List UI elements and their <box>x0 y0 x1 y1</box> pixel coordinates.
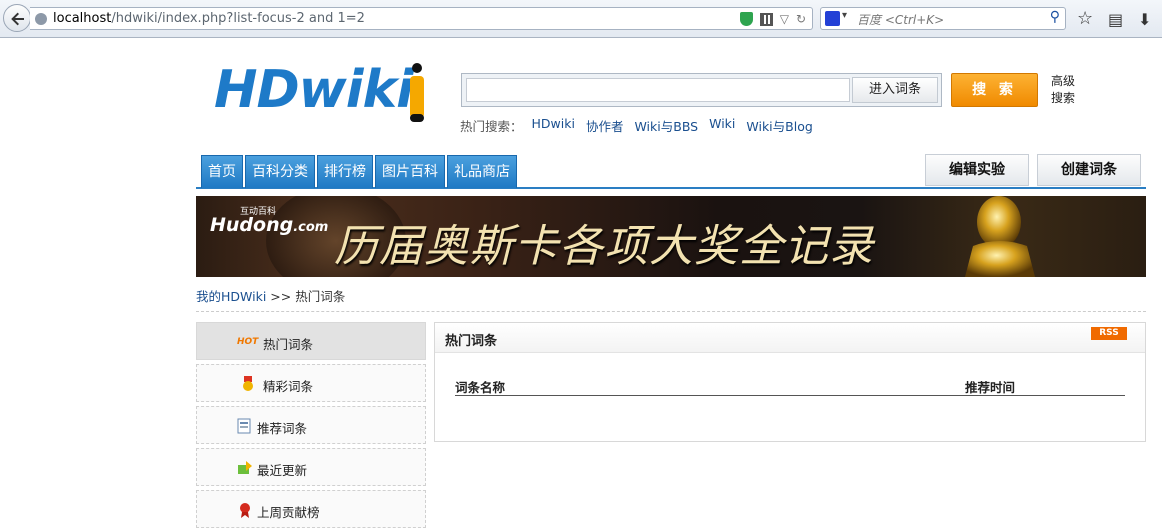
sidebar-item-label: 最近更新 <box>257 463 308 478</box>
search-button[interactable]: 搜 索 <box>951 73 1038 107</box>
sidebar-item-hot-entries[interactable]: HOT 热门词条 <box>196 322 426 360</box>
rss-icon[interactable]: RSS <box>1091 327 1127 340</box>
shield-icon[interactable] <box>739 12 753 26</box>
reading-list-icon[interactable]: ▤ <box>1108 10 1123 29</box>
back-button[interactable] <box>3 4 31 32</box>
panel-title: 热门词条 <box>445 334 498 349</box>
sidebar-item-label: 推荐词条 <box>257 421 308 436</box>
column-header-entry-name: 词条名称 <box>455 380 506 395</box>
nav-tab-categories[interactable]: 百科分类 <box>245 155 315 188</box>
browser-toolbar: localhost/hdwiki/index.php?list-focus-2 … <box>0 0 1162 38</box>
create-entry-button[interactable]: 创建词条 <box>1037 154 1141 186</box>
magnifier-icon[interactable]: ⚲ <box>1050 9 1060 25</box>
oscar-statuette-icon <box>965 196 1035 277</box>
nav-tab-picture-wiki[interactable]: 图片百科 <box>375 155 445 188</box>
banner-brand: Hudong.com <box>210 214 329 236</box>
site-search-box: 进入词条 <box>461 73 942 107</box>
downloads-icon[interactable]: ⬇ <box>1138 10 1151 29</box>
dropdown-arrow-icon[interactable]: ▽ <box>780 12 789 26</box>
sidebar-item-recent-updates[interactable]: 最近更新 <box>196 448 426 486</box>
sidebar-item-label: 热门词条 <box>263 337 314 352</box>
hdwiki-logo[interactable]: HDwiki <box>214 60 429 126</box>
divider <box>196 311 1146 312</box>
reload-icon[interactable]: ↻ <box>796 12 806 26</box>
hot-search-link[interactable]: Wiki与Blog <box>746 116 812 135</box>
nav-tab-rankings[interactable]: 排行榜 <box>317 155 373 188</box>
hot-icon: HOT <box>237 337 259 347</box>
hot-entries-panel: 热门词条 RSS 词条名称 推荐时间 <box>434 322 1146 442</box>
sidebar-item-recommended-entries[interactable]: 推荐词条 <box>196 406 426 444</box>
nav-tab-gift-shop[interactable]: 礼品商店 <box>447 155 517 188</box>
sidebar: HOT 热门词条 精彩词条 推荐词条 最近更新 上周贡献榜 <box>196 322 426 532</box>
sidebar-item-label: 上周贡献榜 <box>257 505 320 520</box>
browser-search-bar[interactable]: 百度 <Ctrl+K> ⚲ <box>820 7 1066 30</box>
sidebar-item-featured-entries[interactable]: 精彩词条 <box>196 364 426 402</box>
logo-tag-icon <box>410 63 424 122</box>
search-input[interactable] <box>466 78 850 102</box>
hot-search-link[interactable]: Wiki与BBS <box>634 116 698 135</box>
edit-lab-button[interactable]: 编辑实验 <box>925 154 1029 186</box>
panel-header: 热门词条 RSS <box>435 323 1145 353</box>
ribbon-icon <box>240 503 250 518</box>
hot-search-label: 热门搜索： <box>460 119 523 134</box>
baidu-paw-icon[interactable] <box>825 10 847 26</box>
table-header: 词条名称 推荐时间 <box>455 375 1125 396</box>
qr-code-icon[interactable] <box>759 12 773 26</box>
sidebar-item-label: 精彩词条 <box>263 379 314 394</box>
sidebar-item-weekly-contributors[interactable]: 上周贡献榜 <box>196 490 426 528</box>
breadcrumb-separator: >> <box>270 289 292 304</box>
browser-search-placeholder: 百度 <Ctrl+K> <box>857 13 945 27</box>
breadcrumb-home-link[interactable]: 我的HDWiki <box>196 289 266 304</box>
hot-search-link[interactable]: 协作者 <box>586 116 624 135</box>
column-header-recommend-time: 推荐时间 <box>965 380 1016 395</box>
update-icon <box>238 461 252 474</box>
logo-text: HDwiki <box>214 60 414 120</box>
address-bar[interactable]: localhost/hdwiki/index.php?list-focus-2 … <box>30 7 813 30</box>
star-icon[interactable]: ☆ <box>1077 8 1093 29</box>
oscar-banner[interactable]: 互动百科 Hudong.com 历届奥斯卡各项大奖全记录 <box>196 196 1146 277</box>
enter-entry-button[interactable]: 进入词条 <box>852 77 938 103</box>
breadcrumb-current: 热门词条 <box>295 289 346 304</box>
document-icon <box>237 418 251 434</box>
banner-title: 历届奥斯卡各项大奖全记录 <box>334 221 874 272</box>
nav-tab-home[interactable]: 首页 <box>201 155 243 188</box>
medal-icon <box>243 376 253 391</box>
hot-search-row: 热门搜索： HDwiki 协作者 Wiki与BBS Wiki Wiki与Blog <box>460 116 813 135</box>
hot-search-link[interactable]: Wiki <box>709 116 735 135</box>
back-arrow-icon <box>11 12 24 26</box>
breadcrumb: 我的HDWiki >> 热门词条 <box>196 286 345 305</box>
main-nav: 首页 百科分类 排行榜 图片百科 礼品商店 编辑实验 创建词条 <box>196 154 1146 189</box>
advanced-search-link[interactable]: 高级搜索 <box>1051 73 1081 107</box>
globe-icon <box>35 13 47 25</box>
hot-search-link[interactable]: HDwiki <box>532 116 575 135</box>
url-text: localhost/hdwiki/index.php?list-focus-2 … <box>53 11 365 26</box>
